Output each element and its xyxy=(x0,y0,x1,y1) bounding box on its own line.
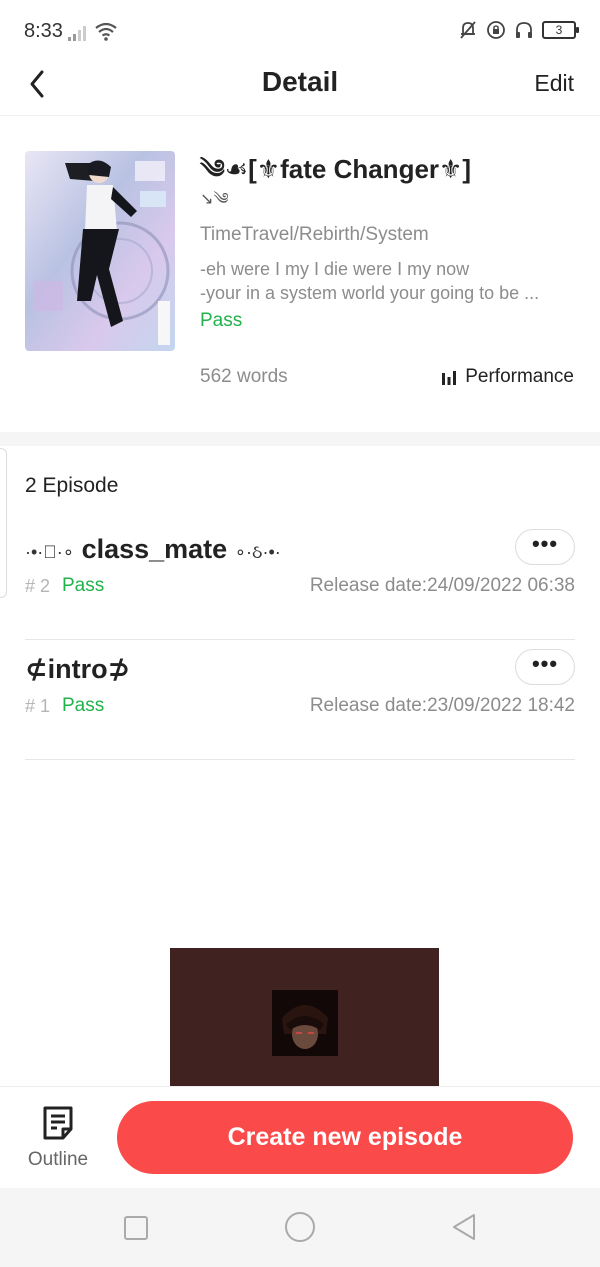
home-icon[interactable] xyxy=(285,1212,315,1242)
headphones-icon xyxy=(516,22,532,38)
lock-rotation-icon xyxy=(487,21,505,39)
episode-title: ⊄intro⊅ xyxy=(25,654,130,685)
mute-bell-icon xyxy=(460,21,476,39)
performance-button[interactable]: Performance xyxy=(441,366,574,388)
status-right-icons: 3 xyxy=(458,20,579,40)
book-info: ༄☙[⚜fate Changer⚜] ↘༄ TimeTravel/Rebirth… xyxy=(0,116,600,432)
episode-row[interactable]: ⊄intro⊅ ••• # 1 Pass Release date:23/09/… xyxy=(25,640,575,760)
book-status-badge: Pass xyxy=(200,310,243,331)
synopsis-line: -eh were I my I die were I my now xyxy=(200,259,470,279)
episode-release-date: Release date:24/09/2022 06:38 xyxy=(309,575,575,596)
wifi-icon xyxy=(95,22,117,41)
episode-title: ·•·ঃ·∘ class_mate ∘·ઠ·•· xyxy=(25,534,281,565)
recent-apps-icon[interactable] xyxy=(124,1216,148,1240)
more-options-button[interactable]: ••• xyxy=(515,529,575,565)
create-new-episode-button[interactable]: Create new episode xyxy=(117,1101,573,1174)
episode-title-prefix: ·•·ঃ·∘ xyxy=(25,542,75,562)
section-divider xyxy=(0,432,600,446)
avatar-image xyxy=(272,990,338,1056)
book-title: ༄☙[⚜fate Changer⚜] ↘༄ xyxy=(200,152,580,214)
bar-chart-icon xyxy=(442,371,457,385)
status-time: 8:33 xyxy=(24,20,63,42)
episode-title-text: class_mate xyxy=(81,534,228,564)
performance-label: Performance xyxy=(465,366,574,387)
floating-video-thumbnail[interactable] xyxy=(170,948,439,1100)
book-title-sub: ↘༄ xyxy=(200,191,229,208)
status-left-icons xyxy=(68,21,118,41)
episode-number: # 1 xyxy=(25,696,51,716)
episode-row[interactable]: ·•·ঃ·∘ class_mate ∘·ઠ·•· ••• # 2 Pass Re… xyxy=(25,520,575,640)
episode-status-badge: Pass xyxy=(62,695,105,716)
word-count: 562 words xyxy=(200,366,288,387)
system-back-icon[interactable] xyxy=(450,1212,478,1242)
more-options-button[interactable]: ••• xyxy=(515,649,575,685)
episode-title-suffix: ∘·ઠ·•· xyxy=(234,542,281,562)
synopsis-line: -your in a system world your going to be… xyxy=(200,283,540,303)
battery-icon: 3 xyxy=(542,21,579,39)
outline-button[interactable]: Outline xyxy=(22,1105,94,1175)
episode-number: # 2 xyxy=(25,576,51,596)
book-synopsis: -eh were I my I die were I my now -your … xyxy=(200,257,576,305)
episode-count: 2 Episode xyxy=(25,474,119,497)
system-navigation-bar xyxy=(0,1188,600,1267)
episode-title-text: ⊄intro⊅ xyxy=(25,654,131,684)
signal-icon xyxy=(68,26,86,41)
bottom-action-bar: Outline Create new episode xyxy=(0,1086,600,1188)
episode-release-date: Release date:23/09/2022 18:42 xyxy=(309,695,575,716)
episode-status-badge: Pass xyxy=(62,575,105,596)
header: Detail Edit xyxy=(0,56,600,116)
outline-document-icon xyxy=(43,1106,73,1140)
book-cover-image[interactable] xyxy=(25,151,175,351)
book-genre: TimeTravel/Rebirth/System xyxy=(200,224,429,245)
outline-label: Outline xyxy=(27,1149,89,1170)
page-title: Detail xyxy=(261,66,339,97)
back-arrow-icon[interactable] xyxy=(22,62,62,102)
edit-button[interactable]: Edit xyxy=(534,70,574,97)
book-title-main: ༄☙[⚜fate Changer⚜] xyxy=(200,154,471,184)
status-bar: 8:33 3 xyxy=(0,0,600,60)
side-drawer-handle[interactable] xyxy=(0,448,7,598)
